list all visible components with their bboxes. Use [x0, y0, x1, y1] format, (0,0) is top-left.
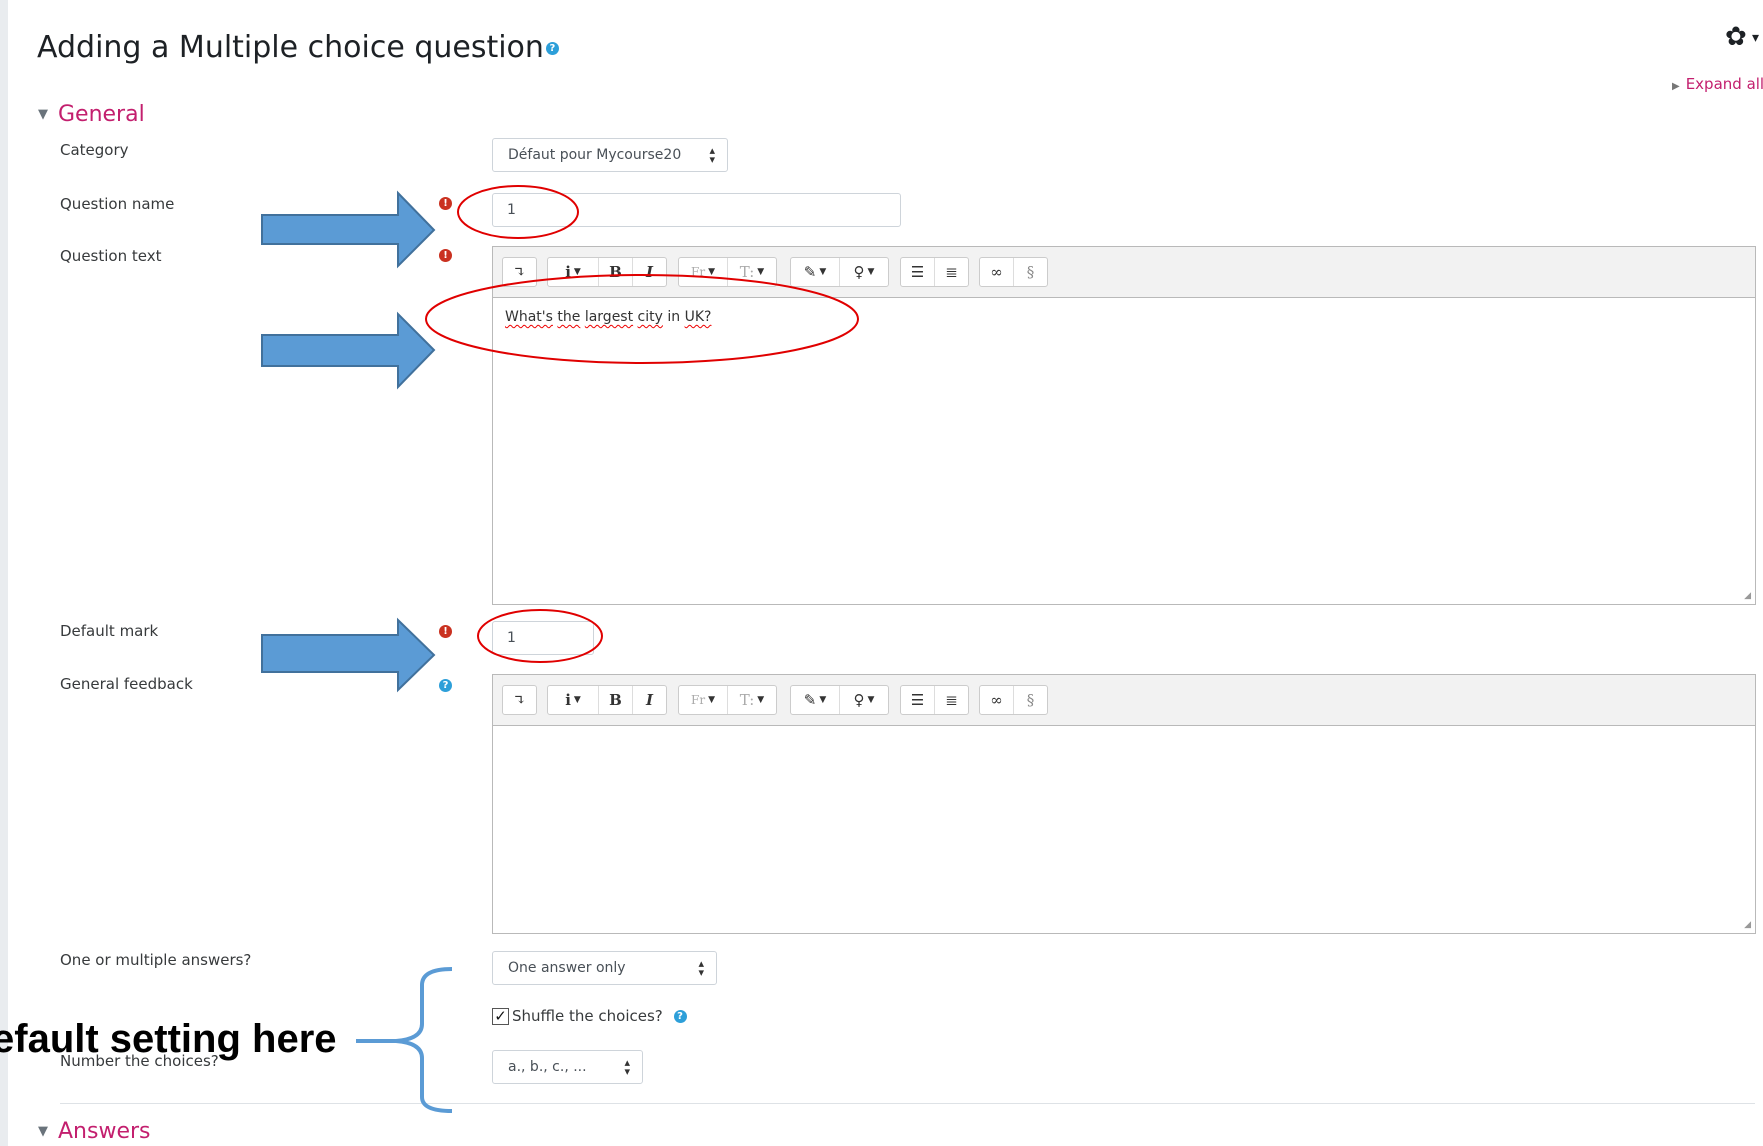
- category-select[interactable]: Défaut pour Mycourse20 ▴ ▾: [492, 138, 728, 172]
- help-icon[interactable]: ?: [439, 679, 452, 692]
- general-feedback-label: General feedback: [60, 675, 193, 693]
- help-icon[interactable]: ?: [545, 42, 559, 55]
- ordered-list-icon[interactable]: ≣: [935, 686, 968, 714]
- toolbar-group: ✎ ▼ ♀ ▼: [790, 257, 889, 287]
- italic-icon[interactable]: I: [633, 686, 666, 714]
- left-page-border: [0, 0, 8, 1146]
- chevron-down-icon[interactable]: ▾: [1752, 30, 1759, 46]
- caret-down-icon: ▼: [38, 107, 48, 122]
- unordered-list-icon[interactable]: ☰: [901, 686, 935, 714]
- editor-toolbar: ↴ i ▼ B I Fr ▼ T: ▼ ✎ ▼ ♀ ▼ ☰ ≣ ∞ §: [493, 675, 1755, 726]
- page-title-text: Adding a Multiple choice question: [37, 30, 544, 65]
- font-family-icon[interactable]: Fr ▼: [679, 686, 728, 714]
- content-word: largest: [584, 309, 634, 325]
- arrow-icon: [261, 190, 436, 269]
- category-label: Category: [60, 141, 129, 159]
- arrow-icon: [261, 311, 436, 390]
- highlight-icon[interactable]: ♀ ▼: [840, 258, 888, 286]
- info-style-icon[interactable]: i ▼: [548, 258, 599, 286]
- question-name-label: Question name: [60, 195, 175, 213]
- font-size-icon[interactable]: T: ▼: [728, 686, 776, 714]
- annotation-callout-text: efault setting here: [0, 1017, 337, 1061]
- number-choices-value: a., b., c., ...: [508, 1059, 587, 1075]
- link-icon[interactable]: ∞: [980, 686, 1014, 714]
- bold-icon[interactable]: B: [599, 686, 633, 714]
- toolbar-group: Fr ▼ T: ▼: [678, 685, 777, 715]
- expand-all-link[interactable]: ▶ Expand all: [1672, 75, 1763, 93]
- toolbar-group: ∞ §: [979, 257, 1048, 287]
- content-word: city: [637, 309, 663, 325]
- info-style-icon[interactable]: i ▼: [548, 686, 599, 714]
- category-select-value: Défaut pour Mycourse20: [508, 147, 682, 163]
- highlight-icon[interactable]: ♀ ▼: [840, 686, 888, 714]
- toolbar-group: ☰ ≣: [900, 257, 969, 287]
- section-divider: [60, 1103, 1755, 1104]
- default-mark-value: 1: [507, 630, 516, 646]
- one-or-multiple-value: One answer only: [508, 960, 626, 976]
- toolbar-group: Fr ▼ T: ▼: [678, 257, 777, 287]
- toolbar-group: ✎ ▼ ♀ ▼: [790, 685, 889, 715]
- unlink-icon[interactable]: §: [1014, 258, 1047, 286]
- font-color-icon[interactable]: ✎ ▼: [791, 686, 840, 714]
- toolbar-group: i ▼ B I: [547, 257, 667, 287]
- font-family-icon[interactable]: Fr ▼: [679, 258, 728, 286]
- number-choices-select[interactable]: a., b., c., ... ▴ ▾: [492, 1050, 643, 1084]
- unordered-list-icon[interactable]: ☰: [901, 258, 935, 286]
- caret-down-icon: ▼: [38, 1124, 48, 1139]
- bracket-shape: [395, 967, 453, 1113]
- default-mark-label: Default mark: [60, 622, 159, 640]
- one-or-multiple-label: One or multiple answers?: [60, 951, 252, 969]
- question-text-content[interactable]: What's the largest city in UK?: [505, 309, 711, 325]
- unlink-icon[interactable]: §: [1014, 686, 1047, 714]
- page-title: Adding a Multiple choice question?: [37, 30, 559, 65]
- content-word: UK?: [684, 309, 712, 325]
- bold-icon[interactable]: B: [599, 258, 633, 286]
- toolbar-group: ↴: [502, 685, 537, 715]
- resize-handle-icon[interactable]: ◢: [1744, 591, 1751, 601]
- required-icon: !: [439, 625, 452, 638]
- toolbar-group: ↴: [502, 257, 537, 287]
- shuffle-label: Shuffle the choices? ?: [512, 1007, 687, 1025]
- select-arrows-icon: ▴ ▾: [709, 144, 715, 166]
- ordered-list-icon[interactable]: ≣: [935, 258, 968, 286]
- font-size-icon[interactable]: T: ▼: [728, 258, 776, 286]
- font-color-icon[interactable]: ✎ ▼: [791, 258, 840, 286]
- gear-icon[interactable]: ✿: [1725, 22, 1747, 52]
- resize-handle-icon[interactable]: ◢: [1744, 920, 1751, 930]
- one-or-multiple-select[interactable]: One answer only ▴ ▾: [492, 951, 717, 985]
- question-text-label: Question text: [60, 247, 162, 265]
- section-answers-label: Answers: [58, 1119, 151, 1144]
- section-general-label: General: [58, 102, 145, 127]
- italic-icon[interactable]: I: [633, 258, 666, 286]
- content-word: the: [557, 309, 581, 325]
- shuffle-label-text: Shuffle the choices?: [512, 1007, 663, 1025]
- toolbar-group: ∞ §: [979, 685, 1048, 715]
- required-icon: !: [439, 249, 452, 262]
- arrow-icon: [261, 617, 436, 693]
- select-arrows-icon: ▴ ▾: [624, 1056, 630, 1078]
- link-icon[interactable]: ∞: [980, 258, 1014, 286]
- section-general[interactable]: ▼ General: [38, 102, 145, 127]
- collapse-icon[interactable]: ↴: [503, 686, 536, 714]
- general-feedback-editor[interactable]: ↴ i ▼ B I Fr ▼ T: ▼ ✎ ▼ ♀ ▼ ☰ ≣ ∞ § ◢: [492, 674, 1756, 934]
- editor-toolbar: ↴ i ▼ B I Fr ▼ T: ▼ ✎ ▼ ♀ ▼ ☰ ≣ ∞ §: [493, 247, 1755, 298]
- content-word: in: [667, 309, 681, 325]
- select-arrows-icon: ▴ ▾: [698, 957, 704, 979]
- question-name-value: 1: [507, 202, 516, 218]
- content-word: What's: [505, 309, 553, 325]
- toolbar-group: ☰ ≣: [900, 685, 969, 715]
- collapse-icon[interactable]: ↴: [503, 258, 536, 286]
- help-icon[interactable]: ?: [673, 1010, 687, 1023]
- toolbar-group: i ▼ B I: [547, 685, 667, 715]
- default-mark-input[interactable]: 1: [492, 621, 594, 655]
- shuffle-checkbox[interactable]: ✓: [492, 1008, 509, 1025]
- question-text-editor[interactable]: ↴ i ▼ B I Fr ▼ T: ▼ ✎ ▼ ♀ ▼ ☰ ≣ ∞ § What's th…: [492, 246, 1756, 605]
- question-name-input[interactable]: 1: [492, 193, 901, 227]
- expand-all-label: Expand all: [1685, 75, 1763, 93]
- required-icon: !: [439, 197, 452, 210]
- section-answers[interactable]: ▼ Answers: [38, 1119, 151, 1144]
- caret-right-icon: ▶: [1672, 81, 1680, 92]
